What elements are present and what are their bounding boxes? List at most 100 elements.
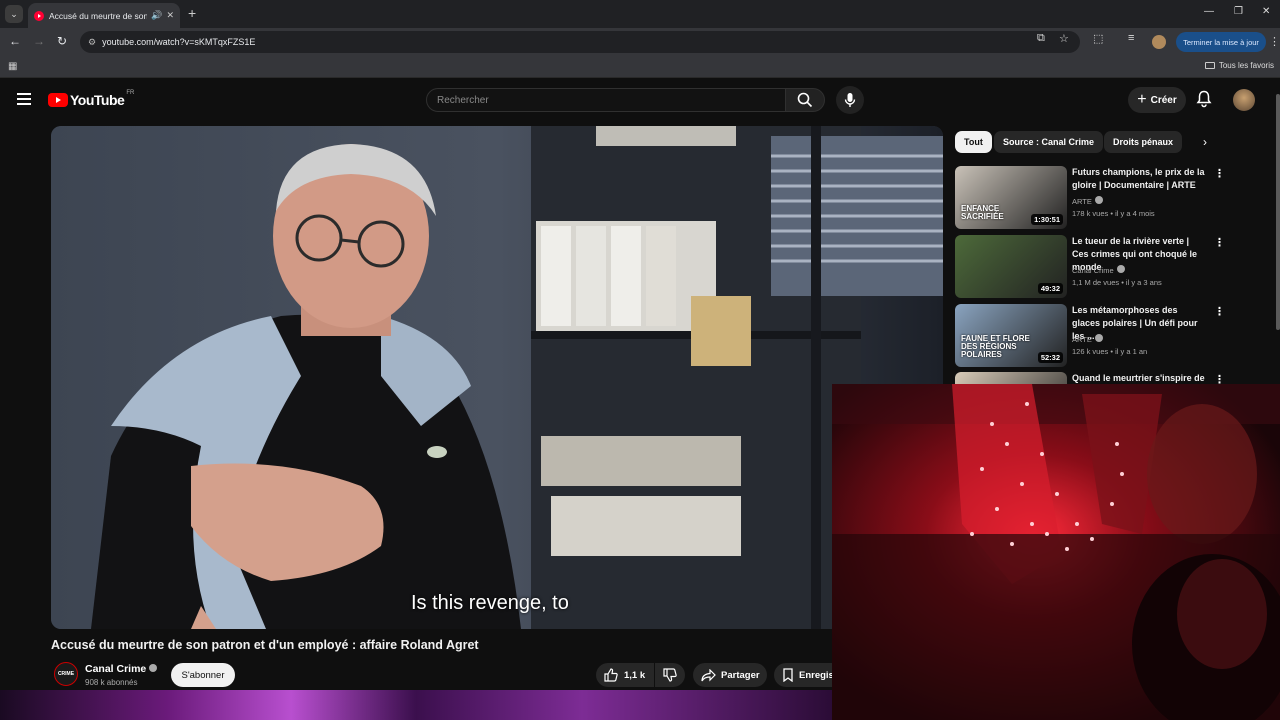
- subscriber-count: 908 k abonnés: [85, 678, 138, 687]
- notifications-bell-icon[interactable]: [1196, 90, 1212, 113]
- video-duration: 52:32: [1037, 352, 1063, 363]
- verified-check-icon: [1094, 334, 1103, 342]
- channel-name[interactable]: Canal Crime: [85, 663, 158, 675]
- recommendation-title[interactable]: Quand le meurtrier s'inspire de: [1072, 372, 1208, 384]
- logo-text: YouTube: [70, 92, 125, 108]
- more-actions-icon[interactable]: ⋮: [1214, 373, 1225, 384]
- share-label: Partager: [721, 669, 760, 681]
- search-icon: [797, 92, 813, 108]
- tab-search-chevron-icon[interactable]: ⌄: [5, 5, 23, 23]
- install-app-icon[interactable]: ⧉: [1037, 32, 1045, 45]
- extensions-icon[interactable]: ⬚: [1093, 32, 1103, 45]
- voice-search-button[interactable]: [836, 86, 864, 114]
- recommendation-meta: 178 k vues • il y a 4 mois: [1072, 209, 1155, 218]
- verified-check-icon: [1094, 196, 1103, 204]
- forward-arrow-icon[interactable]: →: [33, 34, 45, 48]
- browser-tab-bar: ⌄ Accusé du meurtre de son pat 🔊 ✕ + — ❐…: [0, 0, 1280, 28]
- window-close-icon[interactable]: ✕: [1262, 6, 1270, 17]
- thumbs-up-icon: [604, 668, 618, 682]
- url-text: youtube.com/watch?v=sKMTqxFZS1E: [102, 37, 256, 47]
- recommendation-item[interactable]: ENFANCE SACRIFIÉE 1:30:51 Futurs champio…: [955, 166, 1275, 230]
- recommendation-item[interactable]: FAUNE ET FLORE DES RÉGIONS POLAIRES 52:3…: [955, 304, 1275, 368]
- video-thumbnail[interactable]: ENFANCE SACRIFIÉE 1:30:51: [955, 166, 1067, 229]
- all-bookmarks-label: Tous les favoris: [1218, 61, 1274, 70]
- speaker-icon[interactable]: 🔊: [151, 10, 162, 21]
- apps-grid-icon[interactable]: ▦: [8, 61, 17, 72]
- tab-close-icon[interactable]: ✕: [166, 10, 174, 21]
- recommendation-meta: 1,1 M de vues • il y a 3 ans: [1072, 278, 1162, 287]
- new-tab-plus-icon[interactable]: +: [188, 5, 196, 21]
- profile-avatar-small[interactable]: [1152, 35, 1166, 49]
- chip-next-chevron-icon[interactable]: ›: [1203, 135, 1207, 149]
- webcam-overlay: [832, 384, 1280, 720]
- more-actions-icon[interactable]: ⋮: [1214, 167, 1225, 180]
- recommendation-title[interactable]: Futurs champions, le prix de la gloire |…: [1072, 166, 1208, 192]
- maximize-icon[interactable]: ❐: [1234, 6, 1243, 17]
- video-duration: 49:32: [1037, 283, 1063, 294]
- more-actions-icon[interactable]: ⋮: [1214, 305, 1225, 318]
- recommendation-meta: 126 k vues • il y a 1 an: [1072, 347, 1148, 356]
- search-button[interactable]: [785, 88, 825, 112]
- subscribe-button[interactable]: S'abonner: [171, 663, 235, 687]
- recommendation-item[interactable]: 49:32 Le tueur de la rivière verte | Ces…: [955, 235, 1275, 299]
- create-button[interactable]: + Créer: [1128, 87, 1186, 113]
- video-frame-image: [51, 126, 943, 629]
- channel-text: ARTE: [1072, 335, 1092, 344]
- more-actions-icon[interactable]: ⋮: [1214, 236, 1225, 249]
- search-input[interactable]: Rechercher: [426, 88, 786, 112]
- save-button[interactable]: Enregistrer: [774, 663, 832, 687]
- chrome-menu-icon[interactable]: ⋮: [1269, 35, 1280, 48]
- share-button[interactable]: Partager: [693, 663, 767, 687]
- create-label: Créer: [1150, 94, 1177, 106]
- microphone-icon: [844, 93, 856, 107]
- thumbnail-overlay-text: FAUNE ET FLORE DES RÉGIONS POLAIRES: [961, 334, 1030, 359]
- youtube-logo[interactable]: YouTube FR: [48, 90, 135, 108]
- user-avatar[interactable]: [1233, 89, 1255, 111]
- bookmark-icon: [783, 668, 793, 682]
- chip-source-canal-crime[interactable]: Source : Canal Crime: [994, 131, 1104, 153]
- youtube-favicon-icon: [34, 10, 44, 21]
- thumbnail-overlay-text: ENFANCE SACRIFIÉE: [961, 204, 1004, 221]
- video-duration: 1:30:51: [1031, 214, 1063, 225]
- bookmarks-bar: ▦ Tous les favoris: [0, 56, 1280, 78]
- minimize-icon[interactable]: —: [1204, 6, 1214, 17]
- recommendation-item[interactable]: Quand le meurtrier s'inspire de ⋮: [955, 372, 1275, 384]
- bookmark-star-icon[interactable]: ☆: [1059, 32, 1069, 45]
- channel-text: ARTE: [1072, 197, 1092, 206]
- back-arrow-icon[interactable]: ←: [9, 34, 21, 48]
- all-bookmarks-button[interactable]: Tous les favoris: [1204, 61, 1274, 70]
- recommendation-channel[interactable]: ARTE: [1072, 334, 1103, 344]
- plus-icon: +: [1137, 91, 1147, 108]
- update-browser-button[interactable]: Terminer la mise à jour: [1176, 32, 1266, 52]
- next-section-thumbnail: [0, 690, 832, 720]
- dislike-button[interactable]: [655, 663, 685, 687]
- youtube-header: YouTube FR Rechercher + Créer: [0, 78, 1280, 122]
- video-thumbnail[interactable]: FAUNE ET FLORE DES RÉGIONS POLAIRES 52:3…: [955, 304, 1067, 367]
- video-subtitle: Is this revenge, to: [411, 592, 569, 614]
- video-thumbnail[interactable]: 49:32: [955, 235, 1067, 298]
- address-bar[interactable]: ⚙ youtube.com/watch?v=sKMTqxFZS1E: [80, 31, 1080, 53]
- reload-icon[interactable]: ↻: [57, 34, 67, 48]
- reading-list-icon[interactable]: ≡: [1128, 32, 1134, 44]
- chip-all[interactable]: Tout: [955, 131, 992, 153]
- country-code: FR: [126, 90, 135, 96]
- share-arrow-icon: [701, 668, 716, 681]
- menu-hamburger-icon[interactable]: [17, 93, 31, 108]
- site-info-icon[interactable]: ⚙: [88, 37, 96, 48]
- like-button[interactable]: 1,1 k: [596, 663, 654, 687]
- chip-droits-penaux[interactable]: Droits pénaux: [1104, 131, 1183, 153]
- like-count: 1,1 k: [624, 669, 646, 681]
- page-scrollbar[interactable]: [1276, 94, 1280, 330]
- browser-toolbar: ← → ↻ ⚙ youtube.com/watch?v=sKMTqxFZS1E …: [0, 28, 1280, 56]
- browser-tab-active[interactable]: Accusé du meurtre de son pat 🔊 ✕: [28, 3, 180, 28]
- thumbs-down-icon: [663, 668, 677, 682]
- tab-title: Accusé du meurtre de son pat: [49, 10, 148, 21]
- save-label: Enregistrer: [799, 669, 832, 681]
- youtube-play-icon: [48, 93, 68, 107]
- recommendation-channel[interactable]: Canal Crime: [1072, 265, 1125, 275]
- channel-avatar[interactable]: CRIME: [54, 662, 78, 686]
- video-thumbnail[interactable]: [955, 372, 1067, 384]
- recommendation-channel[interactable]: ARTE: [1072, 196, 1103, 206]
- video-player[interactable]: Is this revenge, to: [51, 126, 943, 629]
- channel-name-text: Canal Crime: [85, 663, 147, 675]
